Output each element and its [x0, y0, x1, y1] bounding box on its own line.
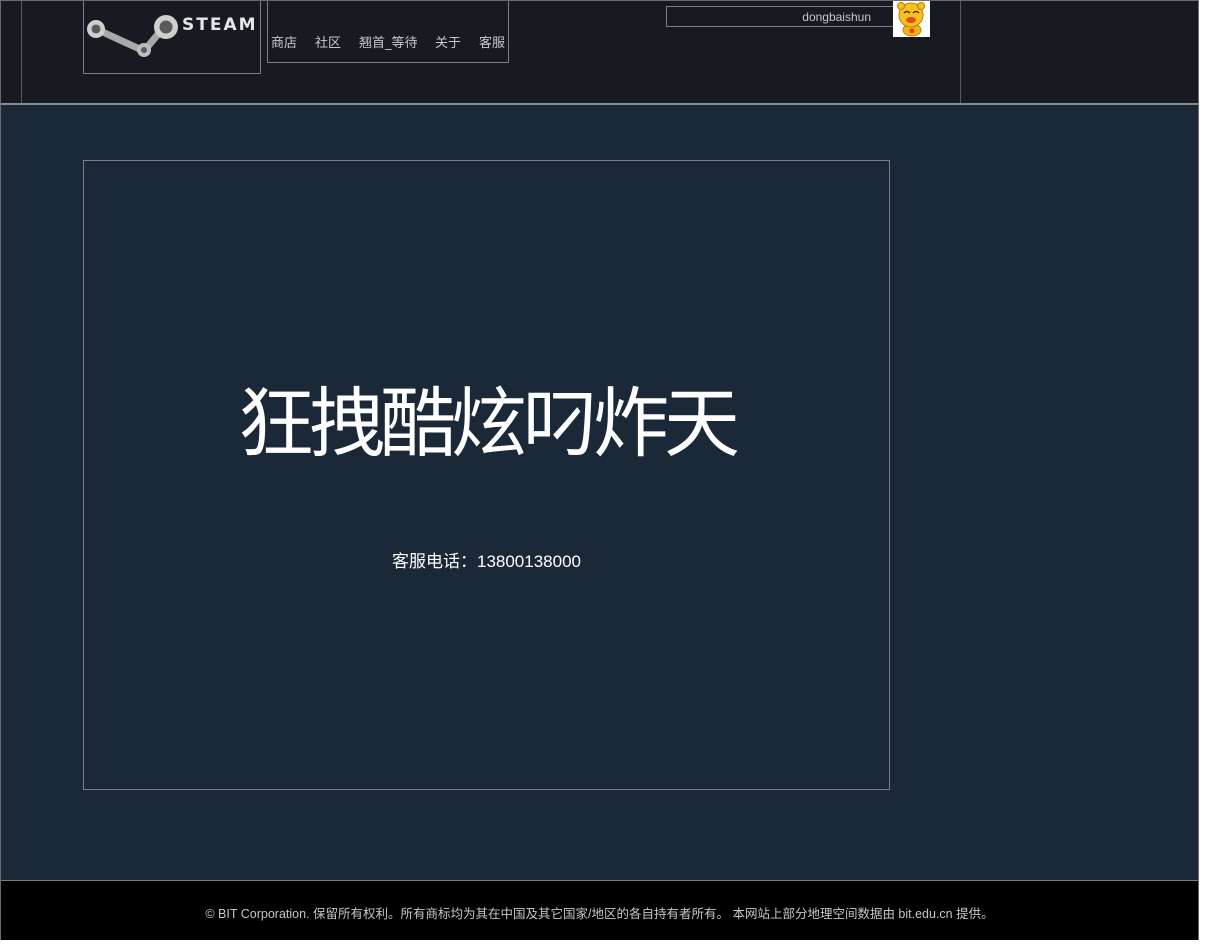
steam-logo-text: STEAM	[182, 15, 258, 35]
nav-item-support[interactable]: 客服	[479, 32, 505, 51]
user-account-box[interactable]: dongbaishun	[666, 6, 894, 27]
footer: © BIT Corporation. 保留所有权利。所有商标均为其在中国及其它国…	[1, 880, 1198, 940]
nav-item-user[interactable]: 翘首_等待	[359, 32, 418, 51]
main-nav: 商店 社区 翘首_等待 关于 客服	[267, 1, 509, 63]
nav-item-community[interactable]: 社区	[315, 32, 341, 51]
page-headline: 狂拽酷炫叼炸天	[238, 379, 740, 468]
main-content-panel: 狂拽酷炫叼炸天 客服电话：13800138000	[83, 160, 890, 790]
nav-item-store[interactable]: 商店	[271, 32, 297, 51]
steam-logo-icon	[87, 15, 178, 57]
footer-copyright: © BIT Corporation. 保留所有权利。所有商标均为其在中国及其它国…	[205, 907, 994, 921]
avatar[interactable]	[893, 1, 930, 37]
header: STEAM 商店 社区 翘首_等待 关于 客服 dongbaishun	[1, 1, 1198, 105]
support-phone: 客服电话：13800138000	[391, 552, 581, 571]
steam-logo[interactable]: STEAM	[83, 1, 261, 74]
username[interactable]: dongbaishun	[802, 10, 871, 24]
page-frame: STEAM 商店 社区 翘首_等待 关于 客服 dongbaishun 狂拽酷炫…	[0, 0, 1199, 940]
nav-item-about[interactable]: 关于	[435, 32, 461, 51]
avatar-icon	[897, 2, 925, 37]
